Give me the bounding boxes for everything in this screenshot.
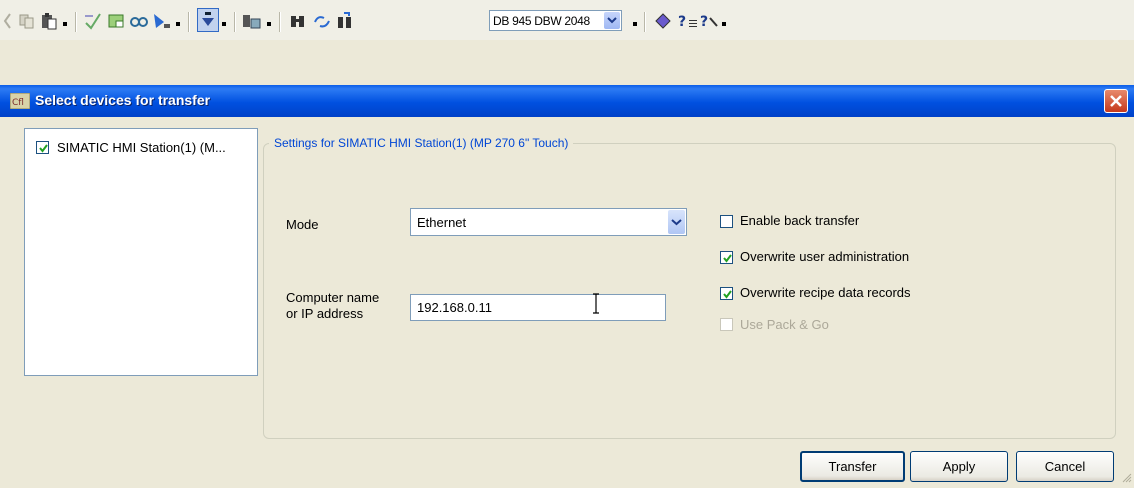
app-icon: Cfl bbox=[9, 92, 31, 110]
mode-label: Mode bbox=[286, 217, 319, 232]
close-icon bbox=[1110, 95, 1122, 107]
address-input[interactable]: 192.168.0.11 bbox=[410, 294, 666, 321]
mode-select-value: Ethernet bbox=[417, 215, 467, 230]
copy-icon[interactable] bbox=[18, 12, 36, 30]
find-icon[interactable] bbox=[289, 12, 307, 30]
checkmark-icon bbox=[723, 254, 732, 263]
overwrite-user-admin-label[interactable]: Overwrite user administration bbox=[740, 249, 909, 264]
transfer-button[interactable]: Transfer bbox=[800, 451, 905, 482]
resize-grip-icon[interactable] bbox=[1122, 471, 1132, 486]
apply-button[interactable]: Apply bbox=[910, 451, 1008, 482]
context-help-icon[interactable]: ? bbox=[699, 12, 718, 30]
toolbar-separator bbox=[188, 12, 190, 32]
combo-extra-dropdown-icon[interactable] bbox=[633, 22, 637, 26]
overwrite-user-admin-checkbox[interactable] bbox=[720, 251, 733, 264]
help-icon[interactable]: ? bbox=[677, 12, 697, 30]
address-combo-value: DB 945 DBW 2048 bbox=[493, 14, 590, 28]
checkmark-icon bbox=[39, 144, 48, 153]
main-toolbar: DB 945 DBW 2048 ? ? bbox=[0, 0, 1134, 40]
close-button[interactable] bbox=[1104, 89, 1128, 113]
replace-icon[interactable] bbox=[312, 12, 330, 30]
chevron-down-icon[interactable] bbox=[604, 12, 620, 29]
transfer-icon[interactable] bbox=[242, 12, 261, 30]
checkmark-icon bbox=[723, 290, 732, 299]
use-pack-and-go-label: Use Pack & Go bbox=[740, 317, 829, 332]
connect-icon[interactable] bbox=[129, 12, 148, 30]
goto-icon[interactable] bbox=[336, 12, 354, 30]
help-dropdown-icon[interactable] bbox=[722, 22, 726, 26]
enable-back-transfer-checkbox[interactable] bbox=[720, 215, 733, 228]
help-book-icon[interactable] bbox=[654, 12, 672, 30]
transfer-dropdown-icon[interactable] bbox=[267, 22, 271, 26]
toolbar-separator bbox=[279, 12, 281, 32]
svg-text:Cfl: Cfl bbox=[12, 98, 24, 108]
device-list[interactable]: SIMATIC HMI Station(1) (M... bbox=[24, 128, 258, 376]
address-input-value: 192.168.0.11 bbox=[417, 300, 492, 315]
download-icon[interactable] bbox=[152, 12, 170, 30]
text-cursor-icon bbox=[591, 292, 601, 319]
device-item-label[interactable]: SIMATIC HMI Station(1) (M... bbox=[57, 140, 226, 155]
use-pack-and-go-checkbox bbox=[720, 318, 733, 331]
address-combo[interactable]: DB 945 DBW 2048 bbox=[489, 10, 622, 31]
download-dropdown-icon[interactable] bbox=[176, 22, 180, 26]
address-label-line1: Computer name bbox=[286, 290, 380, 305]
toolbar-separator bbox=[644, 12, 646, 32]
mode-select[interactable]: Ethernet bbox=[410, 208, 687, 236]
insert-dropdown-icon[interactable] bbox=[222, 22, 226, 26]
settings-group bbox=[263, 143, 1116, 439]
dialog-titlebar[interactable]: Cfl Select devices for transfer bbox=[0, 85, 1134, 117]
toolbar-separator bbox=[75, 12, 77, 32]
settings-group-title: Settings for SIMATIC HMI Station(1) (MP … bbox=[269, 136, 574, 150]
check-icon[interactable] bbox=[84, 12, 102, 30]
address-label: Computer name or IP address bbox=[286, 290, 379, 322]
paste-icon[interactable] bbox=[40, 12, 58, 30]
enable-back-transfer-label[interactable]: Enable back transfer bbox=[740, 213, 859, 228]
cancel-button[interactable]: Cancel bbox=[1016, 451, 1114, 482]
overwrite-recipe-label[interactable]: Overwrite recipe data records bbox=[740, 285, 911, 300]
chevron-down-icon[interactable] bbox=[668, 210, 685, 234]
overwrite-recipe-checkbox[interactable] bbox=[720, 287, 733, 300]
insert-icon[interactable] bbox=[197, 8, 219, 32]
address-label-line2: or IP address bbox=[286, 306, 364, 321]
device-checkbox[interactable] bbox=[36, 141, 49, 154]
svg-text:?: ? bbox=[678, 14, 686, 30]
toolbar-separator bbox=[234, 12, 236, 32]
svg-text:?: ? bbox=[700, 14, 708, 30]
paste-dropdown-icon[interactable] bbox=[63, 22, 67, 26]
compile-icon[interactable] bbox=[107, 12, 125, 30]
dialog-title: Select devices for transfer bbox=[35, 92, 211, 108]
